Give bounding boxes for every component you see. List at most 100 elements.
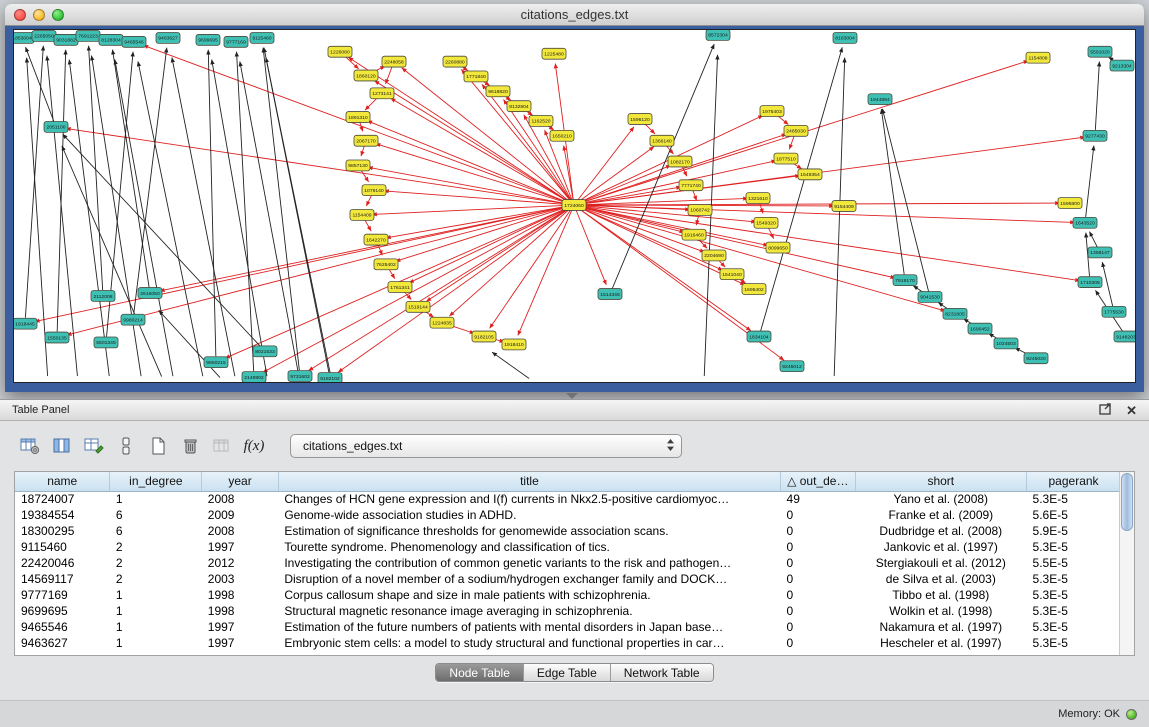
graph-edge-black[interactable] — [134, 48, 167, 314]
table-cell[interactable]: Estimation of the future numbers of pati… — [278, 619, 780, 635]
window-titlebar[interactable]: citations_edges.txt — [5, 4, 1144, 26]
graph-node[interactable]: 9777169 — [224, 36, 248, 47]
table-cell[interactable]: Disruption of a novel member of a sodium… — [278, 571, 780, 587]
table-cell[interactable]: 1997 — [202, 619, 279, 635]
float-panel-icon[interactable] — [1099, 403, 1112, 418]
table-scrollbar[interactable] — [1119, 472, 1134, 655]
table-cell[interactable]: 0 — [781, 539, 856, 555]
graph-edge-black[interactable] — [1102, 262, 1112, 306]
table-cell[interactable]: 5.3E-5 — [1027, 491, 1121, 507]
graph-edge-black[interactable] — [882, 109, 928, 291]
graph-node[interactable]: 9115460 — [250, 32, 274, 43]
graph-node[interactable]: 9182105 — [472, 331, 496, 342]
graph-node[interactable]: 9463627 — [156, 32, 180, 43]
table-cell[interactable]: Stergiakouli et al. (2012) — [855, 555, 1026, 571]
column-header-year[interactable]: year — [202, 472, 279, 491]
graph-node[interactable]: 1834104 — [747, 331, 771, 342]
graph-node[interactable]: 7771740 — [679, 180, 703, 191]
graph-node[interactable]: 1162520 — [529, 116, 553, 127]
graph-edge-red[interactable] — [361, 170, 368, 181]
minimize-window-button[interactable] — [33, 9, 45, 21]
table-cell[interactable]: Dudbridge et al. (2008) — [855, 523, 1026, 539]
graph-node[interactable]: 9154409 — [832, 201, 856, 212]
graph-edge-red[interactable] — [338, 208, 569, 372]
table-cell[interactable]: Changes of HCN gene expression and I(f) … — [278, 491, 780, 507]
graph-node[interactable]: 1710305 — [1078, 277, 1102, 288]
function-builder-icon[interactable]: f(x) — [238, 433, 270, 459]
table-cell[interactable]: 49 — [781, 491, 856, 507]
table-row[interactable]: 946362711997Embryonic stem cells: a mode… — [15, 635, 1121, 651]
graph-edge-red[interactable] — [693, 191, 697, 201]
table-cell[interactable]: 2 — [110, 571, 202, 587]
graph-node[interactable]: 7691223 — [76, 30, 100, 41]
table-cell[interactable]: 0 — [781, 523, 856, 539]
table-cell[interactable]: 0 — [781, 635, 856, 651]
table-cell[interactable]: 5.3E-5 — [1027, 619, 1121, 635]
graph-edge-black[interactable] — [113, 50, 150, 287]
edit-table-icon[interactable] — [78, 433, 110, 459]
graph-node[interactable]: 8021533 — [253, 346, 277, 357]
graph-edge-red[interactable] — [365, 220, 371, 231]
table-cell[interactable]: Wolkin et al. (1998) — [855, 603, 1026, 619]
table-cell[interactable]: 6 — [110, 507, 202, 523]
graph-edge-black[interactable] — [138, 61, 203, 376]
table-cell[interactable]: 0 — [781, 555, 856, 571]
graph-edge-black[interactable] — [115, 60, 173, 377]
graph-edge-black[interactable] — [208, 50, 216, 357]
graph-edge-red[interactable] — [580, 205, 1075, 222]
graph-edge-red[interactable] — [580, 206, 768, 245]
column-header-out_de[interactable]: △ out_de… — [781, 472, 856, 491]
graph-node[interactable]: 8572304 — [706, 30, 730, 41]
table-row[interactable]: 1938455462009Genome-wide association stu… — [15, 507, 1121, 523]
graph-node[interactable]: 1549354 — [798, 169, 822, 180]
graph-edge-red[interactable] — [374, 81, 568, 202]
graph-node[interactable]: 1891310 — [346, 112, 370, 123]
graph-node[interactable]: 1154808 — [1026, 52, 1050, 63]
column-header-pagerank[interactable]: pagerank — [1027, 472, 1121, 491]
table-cell[interactable]: Nakamura et al. (1997) — [855, 619, 1026, 635]
graph-node[interactable]: 1918410 — [502, 339, 526, 350]
graph-edge-black[interactable] — [492, 352, 529, 378]
table-cell[interactable]: 9463627 — [15, 635, 110, 651]
graph-node[interactable]: 1761341 — [388, 282, 412, 293]
graph-node[interactable]: 1860120 — [354, 70, 378, 81]
table-cell[interactable]: Franke et al. (2009) — [855, 507, 1026, 523]
graph-node[interactable]: 1918445 — [13, 318, 37, 329]
graph-node[interactable]: 1771840 — [464, 71, 488, 82]
scrollbar-thumb[interactable] — [1121, 473, 1133, 531]
graph-node[interactable]: 9980214 — [121, 314, 145, 325]
graph-node[interactable]: 7625402 — [374, 259, 398, 270]
graph-node[interactable]: 9182102 — [318, 373, 342, 383]
graph-node[interactable]: 9699695 — [196, 34, 220, 45]
graph-edge-red[interactable] — [391, 98, 569, 202]
graph-edge-red[interactable] — [580, 165, 671, 202]
graph-node[interactable]: 5501345 — [94, 337, 118, 348]
table-cell[interactable]: 1998 — [202, 603, 279, 619]
table-cell[interactable]: Embryonic stem cells: a model to study s… — [278, 635, 780, 651]
graph-node[interactable]: 9245012 — [780, 361, 804, 372]
graph-edge-red[interactable] — [409, 208, 569, 283]
table-cell[interactable]: Genome-wide association studies in ADHD. — [278, 507, 780, 523]
graph-edge-black[interactable] — [266, 57, 331, 376]
graph-node[interactable]: 1519144 — [406, 301, 430, 312]
table-cell[interactable]: 0 — [781, 571, 856, 587]
graph-node[interactable]: 1724060 — [562, 200, 586, 211]
graph-node[interactable]: 1549320 — [754, 217, 778, 228]
graph-edge-black[interactable] — [834, 58, 844, 376]
graph-node[interactable]: 2112008 — [91, 291, 115, 302]
close-window-button[interactable] — [14, 9, 26, 21]
table-row[interactable]: 911546021997Tourette syndrome. Phenomeno… — [15, 539, 1121, 555]
graph-edge-red[interactable] — [769, 228, 774, 238]
graph-edge-red[interactable] — [518, 210, 572, 335]
table-cell[interactable]: 0 — [781, 507, 856, 523]
table-cell[interactable]: 1 — [110, 635, 202, 651]
graph-node[interactable]: 5591020 — [1088, 46, 1112, 57]
table-cell[interactable]: Hescheler et al. (1997) — [855, 635, 1026, 651]
graph-node[interactable]: 1224835 — [430, 317, 454, 328]
column-header-title[interactable]: title — [278, 472, 780, 491]
graph-node[interactable]: 1877510 — [774, 153, 798, 164]
graph-node[interactable]: 1060742 — [688, 205, 712, 216]
graph-node[interactable]: 1944894 — [868, 94, 892, 105]
graph-edge-black[interactable] — [761, 47, 843, 330]
table-cell[interactable]: 14569117 — [15, 571, 110, 587]
